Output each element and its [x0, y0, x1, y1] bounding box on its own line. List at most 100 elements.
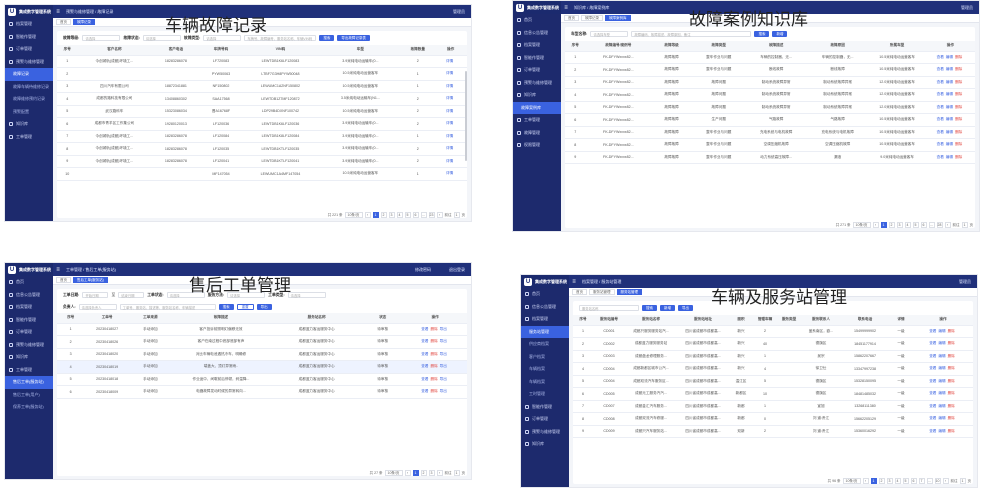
type-select[interactable]: 请选择: [287, 292, 326, 298]
action-link[interactable]: 删除: [955, 80, 962, 84]
action-link[interactable]: 删除: [955, 117, 962, 121]
column-header[interactable]: 操作: [434, 45, 467, 56]
sidebar-item[interactable]: 信息公告管理: [5, 289, 53, 302]
action-link[interactable]: 导出: [440, 389, 447, 393]
row-actions[interactable]: 查看 编辑 删除: [913, 400, 973, 413]
row-actions[interactable]: 查看 删除 导出: [403, 373, 467, 386]
action-link[interactable]: 编辑: [938, 391, 945, 395]
next-page-button[interactable]: ›: [942, 478, 949, 484]
row-actions[interactable]: 查看 编辑 删除: [913, 362, 973, 376]
action-link[interactable]: 查看: [937, 142, 944, 146]
tab[interactable]: 服务站管理: [589, 289, 615, 295]
row-actions[interactable]: 查看 删除 导出: [403, 360, 467, 374]
sidebar-item[interactable]: 预警与维修管理: [521, 426, 569, 439]
table-row[interactable]: 4 20230418019 手动添加 端盖大、顶灯异常雨.. 成都蓝力客运服务中心 待审核…: [57, 360, 467, 374]
sidebar-item[interactable]: 预警与维修管理: [513, 77, 561, 90]
action-link[interactable]: 编辑: [946, 55, 953, 59]
table-row[interactable]: 1 今创城轨(成都)环境工... 18283286078 LF720083 LEWTDB…: [57, 55, 467, 68]
column-header[interactable]: 客户名称: [77, 45, 152, 56]
sidebar-item[interactable]: 智能作管理: [5, 31, 53, 44]
search-button[interactable]: 搜索: [642, 305, 657, 311]
row-actions[interactable]: 详情: [434, 105, 467, 118]
row-actions[interactable]: 查看 编辑 删除: [925, 151, 975, 164]
column-header[interactable]: 故障编号/案例号: [585, 41, 652, 52]
column-header[interactable]: 工单来源: [129, 313, 171, 324]
action-link[interactable]: 编辑: [946, 67, 953, 71]
action-link[interactable]: 删除: [948, 429, 955, 433]
sidebar-item[interactable]: 首页: [5, 276, 53, 289]
tab[interactable]: 故障案例库: [605, 15, 631, 21]
action-link[interactable]: 删除: [955, 142, 962, 146]
action-link[interactable]: 删除: [955, 155, 962, 159]
sidebar-item[interactable]: 服务站管理: [521, 325, 569, 338]
action-link[interactable]: 查看: [929, 404, 936, 408]
action-link[interactable]: 查看: [937, 67, 944, 71]
row-actions[interactable]: 查看 编辑 删除: [925, 138, 975, 152]
page-number[interactable]: 6: [910, 478, 917, 484]
table-row[interactable]: 8 今创城轨(成都)环境工... 18283286078 LF120035 LEWTDB…: [57, 142, 467, 156]
row-actions[interactable]: 查看 编辑 删除: [925, 101, 975, 114]
table-row[interactable]: 9 今创城轨(成都)环境工... 18283286078 LF120041 LEWTDB…: [57, 155, 467, 168]
action-link[interactable]: 删除: [955, 67, 962, 71]
page-number[interactable]: 7: [918, 478, 925, 484]
column-header[interactable]: 故障类型: [692, 41, 746, 52]
table-row[interactable]: 7 CD007 成都金汇汽车服务... 四川省成都市成都高... 新都 1 宣旭 132681…: [573, 400, 973, 413]
next-page-button[interactable]: ›: [436, 470, 443, 476]
column-header[interactable]: 面积: [729, 315, 753, 326]
action-link[interactable]: 查看: [937, 80, 944, 84]
sidebar-item[interactable]: 知识库: [5, 351, 53, 364]
next-page-button[interactable]: ›: [436, 212, 443, 218]
action-link[interactable]: 编辑: [938, 379, 945, 383]
column-header[interactable]: 故障描述: [745, 41, 807, 52]
search-button[interactable]: 搜索: [319, 35, 335, 41]
tab[interactable]: 服务站管理: [616, 289, 642, 295]
action-link[interactable]: 查看: [937, 117, 944, 121]
tab[interactable]: 首页: [56, 277, 71, 283]
action-link[interactable]: 编辑: [938, 354, 945, 358]
action-link[interactable]: 删除: [430, 377, 437, 381]
page-number[interactable]: 4: [904, 222, 911, 228]
column-header[interactable]: 服务类型: [777, 315, 801, 326]
fault-level-select[interactable]: 请选择: [82, 35, 121, 41]
action-link[interactable]: 删除: [948, 391, 955, 395]
sidebar-item[interactable]: 信息公告管理: [513, 27, 561, 40]
sidebar-item[interactable]: 故障维修预约记录: [5, 93, 53, 106]
page-number[interactable]: 1: [870, 478, 877, 484]
sidebar-item[interactable]: 信息公告管理: [521, 301, 569, 314]
action-link[interactable]: 查看: [937, 92, 944, 96]
prev-page-button[interactable]: ‹: [862, 478, 869, 484]
column-header[interactable]: 序号: [565, 41, 586, 52]
row-actions[interactable]: 详情: [434, 80, 467, 93]
action-link[interactable]: 编辑: [946, 142, 953, 146]
action-link[interactable]: 详情: [446, 121, 453, 125]
row-actions[interactable]: 查看 删除 导出: [403, 323, 467, 336]
search-button[interactable]: 搜索: [218, 304, 234, 310]
row-actions[interactable]: 详情: [434, 155, 467, 168]
action-link[interactable]: 详情: [446, 71, 453, 75]
column-header[interactable]: 故障原因: [806, 41, 869, 52]
column-header[interactable]: 序号: [57, 45, 78, 56]
action-link[interactable]: 查看: [937, 155, 944, 159]
prev-page-button[interactable]: ‹: [872, 222, 879, 228]
action-link[interactable]: 详情: [446, 134, 453, 138]
export-button[interactable]: 导出: [678, 305, 693, 311]
action-link[interactable]: 查看: [937, 105, 944, 109]
logout-link[interactable]: 退出登录: [449, 267, 471, 273]
row-actions[interactable]: 详情: [434, 167, 467, 181]
action-link[interactable]: 编辑: [946, 117, 953, 121]
table-row[interactable]: 7 FK-DFYWxxxx82... 故障故障 整车作业与问题 充电系统与电机故障 充电系…: [565, 126, 975, 139]
add-button[interactable]: 新增: [660, 305, 675, 311]
prev-page-button[interactable]: ‹: [364, 212, 371, 218]
row-actions[interactable]: 查看 编辑 删除: [913, 350, 973, 363]
sidebar-item[interactable]: 工单管理: [5, 364, 53, 377]
page-number[interactable]: 5: [902, 478, 909, 484]
action-link[interactable]: 查看: [929, 416, 936, 420]
action-link[interactable]: 详情: [446, 159, 453, 163]
user-menu[interactable]: 管理员: [961, 5, 979, 11]
action-link[interactable]: 查看: [421, 327, 428, 331]
search-input[interactable]: 服务站名称: [579, 305, 639, 311]
row-actions[interactable]: 详情: [434, 117, 467, 131]
sidebar-item[interactable]: 工单管理: [513, 114, 561, 127]
page-number[interactable]: 2: [420, 470, 427, 476]
tab[interactable]: 首页: [564, 15, 579, 21]
